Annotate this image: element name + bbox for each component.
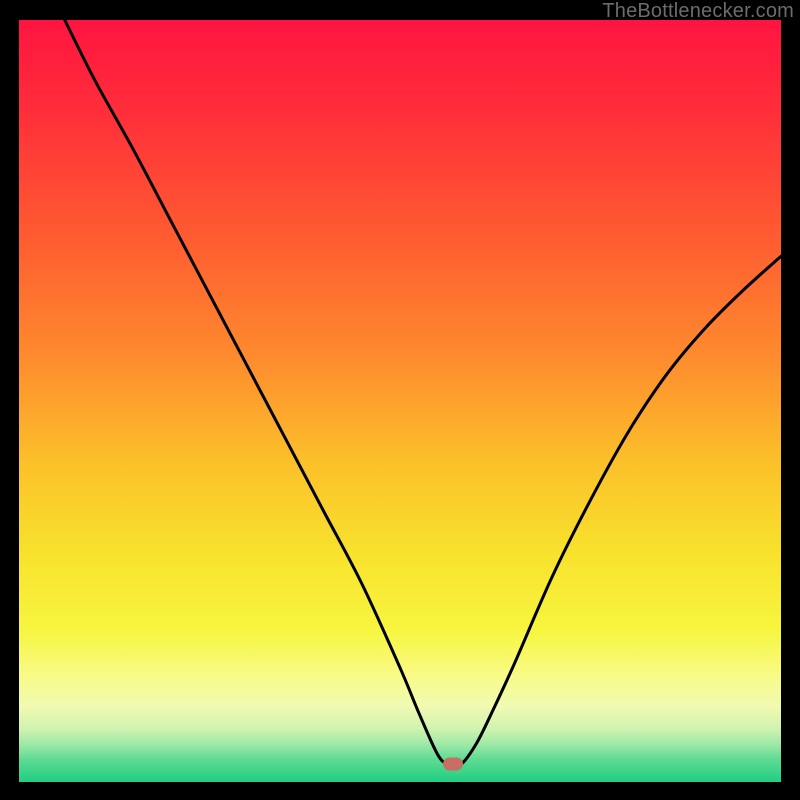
optimal-marker <box>443 758 463 771</box>
bottleneck-curve <box>19 20 781 782</box>
chart-stage: TheBottlenecker.com <box>0 0 800 800</box>
curve-path <box>65 20 781 766</box>
watermark-text: TheBottlenecker.com <box>602 0 794 23</box>
plot-area <box>19 20 781 782</box>
